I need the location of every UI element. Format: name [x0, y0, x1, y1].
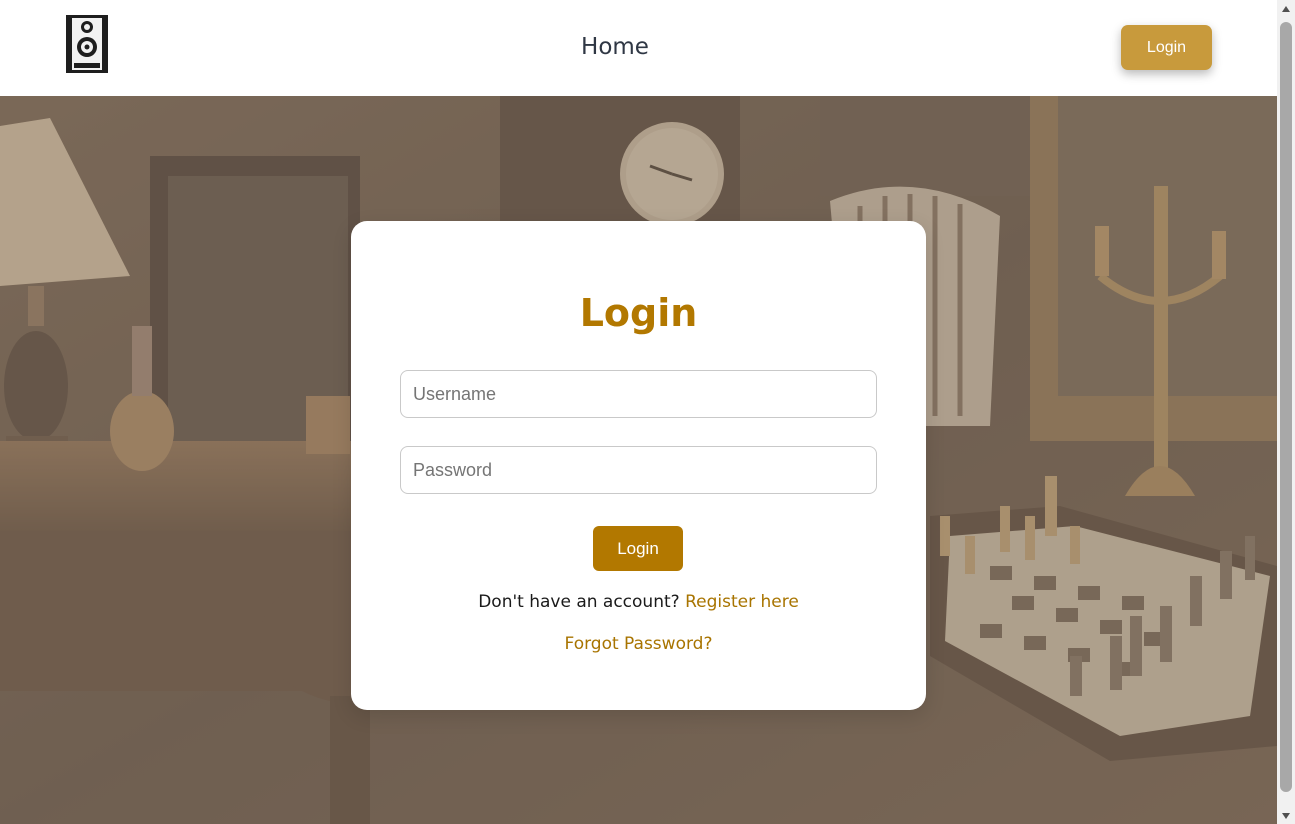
password-input[interactable] — [400, 446, 877, 494]
register-link[interactable]: Register here — [685, 592, 799, 612]
login-card: Login Login Don't have an account? Regis… — [351, 221, 926, 710]
vertical-scrollbar[interactable] — [1277, 0, 1295, 824]
top-navbar: Home Login — [0, 0, 1277, 96]
nav-home-link[interactable]: Home — [581, 34, 649, 60]
login-submit-button[interactable]: Login — [593, 526, 683, 571]
login-title: Login — [579, 291, 698, 335]
forgot-password-line: Forgot Password? — [351, 634, 926, 654]
nav-home-link-container: Home — [0, 34, 1230, 60]
register-prompt-text: Don't have an account? — [478, 592, 680, 612]
username-input[interactable] — [400, 370, 877, 418]
header-login-button[interactable]: Login — [1121, 25, 1212, 70]
register-prompt-line: Don't have an account? Register here — [351, 592, 926, 612]
scrollbar-thumb[interactable] — [1280, 22, 1292, 792]
forgot-password-link[interactable]: Forgot Password? — [565, 634, 713, 654]
scroll-down-arrow-icon[interactable] — [1277, 807, 1295, 824]
scroll-up-arrow-icon[interactable] — [1277, 0, 1295, 17]
